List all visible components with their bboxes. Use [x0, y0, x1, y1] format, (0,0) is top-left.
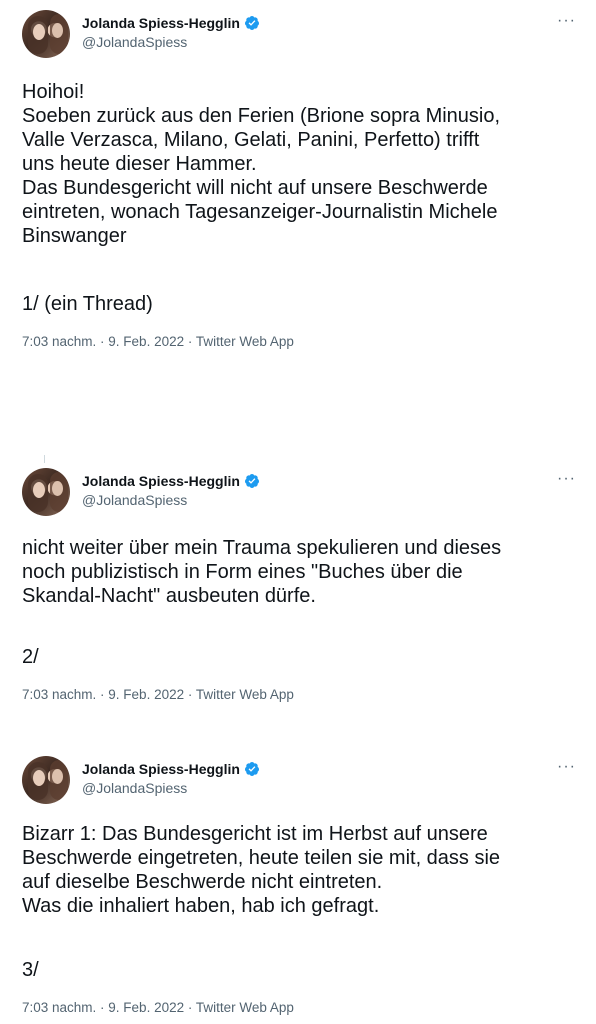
verified-badge-icon	[244, 762, 259, 776]
tweet-source-app[interactable]: Twitter Web App	[196, 687, 294, 702]
author-name[interactable]: Jolanda Spiess-Hegglin	[82, 473, 260, 489]
tweet-meta: 7:03 nachm. · 9. Feb. 2022 · Twitter Web…	[22, 687, 294, 702]
author-handle[interactable]: @JolandaSpiess	[82, 780, 187, 796]
meta-separator: ·	[96, 1000, 109, 1015]
avatar-detail	[33, 770, 45, 786]
tweet-source-app[interactable]: Twitter Web App	[196, 1000, 294, 1015]
tweet-time[interactable]: 7:03 nachm.	[22, 687, 96, 702]
tweet-time[interactable]: 7:03 nachm.	[22, 334, 96, 349]
thread-marker: 1/ (ein Thread)	[22, 293, 153, 315]
author-handle[interactable]: @JolandaSpiess	[82, 492, 187, 508]
avatar-detail	[52, 23, 63, 38]
avatar-detail	[52, 769, 63, 784]
tweet-text: Bizarr 1: Das Bundesgericht ist im Herbs…	[22, 823, 501, 917]
avatar[interactable]	[22, 756, 70, 804]
avatar[interactable]	[22, 468, 70, 516]
avatar-detail	[33, 482, 45, 498]
verified-badge-icon	[244, 474, 259, 488]
tweet-meta: 7:03 nachm. · 9. Feb. 2022 · Twitter Web…	[22, 1000, 294, 1015]
avatar-detail	[33, 24, 45, 40]
thread-marker: 2/	[22, 646, 39, 668]
more-options-icon[interactable]: ···	[557, 12, 576, 30]
author-name-text: Jolanda Spiess-Hegglin	[82, 15, 240, 31]
tweet-date[interactable]: 9. Feb. 2022	[108, 687, 184, 702]
tweet-text: Hoihoi! Soeben zurück aus den Ferien (Br…	[22, 81, 501, 247]
author-name-text: Jolanda Spiess-Hegglin	[82, 473, 240, 489]
author-name[interactable]: Jolanda Spiess-Hegglin	[82, 761, 260, 777]
meta-separator: ·	[96, 334, 109, 349]
author-handle[interactable]: @JolandaSpiess	[82, 34, 187, 50]
tweet-source-app[interactable]: Twitter Web App	[196, 334, 294, 349]
avatar[interactable]	[22, 10, 70, 58]
thread-connector	[44, 455, 45, 463]
author-name-text: Jolanda Spiess-Hegglin	[82, 761, 240, 777]
verified-badge-icon	[244, 16, 259, 30]
tweet-text: nicht weiter über mein Trauma spekuliere…	[22, 537, 502, 607]
author-name[interactable]: Jolanda Spiess-Hegglin	[82, 15, 260, 31]
meta-separator: ·	[184, 1000, 196, 1015]
more-options-icon[interactable]: ···	[557, 758, 576, 776]
tweet-time[interactable]: 7:03 nachm.	[22, 1000, 96, 1015]
tweet-meta: 7:03 nachm. · 9. Feb. 2022 · Twitter Web…	[22, 334, 294, 349]
meta-separator: ·	[184, 334, 196, 349]
avatar-detail	[52, 481, 63, 496]
meta-separator: ·	[96, 687, 109, 702]
tweet-date[interactable]: 9. Feb. 2022	[108, 1000, 184, 1015]
thread-marker: 3/	[22, 959, 39, 981]
more-options-icon[interactable]: ···	[557, 470, 576, 488]
tweet-date[interactable]: 9. Feb. 2022	[108, 334, 184, 349]
meta-separator: ·	[184, 687, 196, 702]
